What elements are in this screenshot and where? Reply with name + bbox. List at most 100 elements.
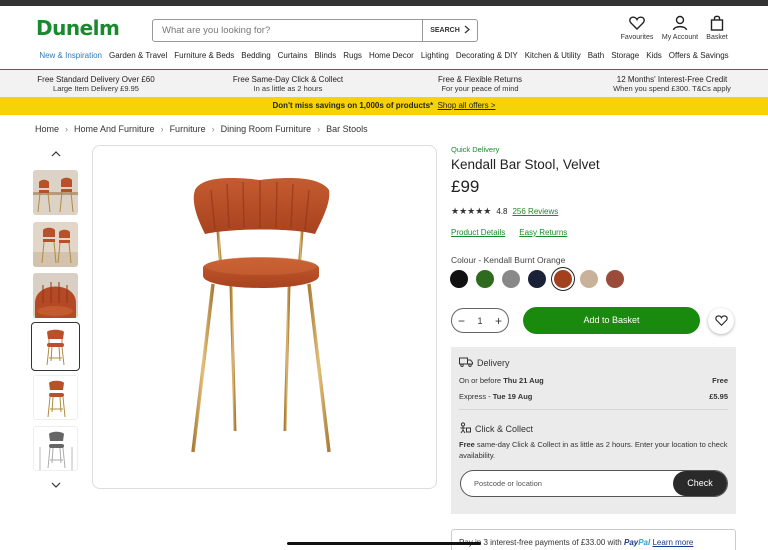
nav-item[interactable]: Garden & Travel [109, 51, 167, 69]
promo-banner: Don't miss savings on 1,000s of products… [0, 97, 768, 115]
nav-item[interactable]: Bedding [241, 51, 270, 69]
quick-delivery-badge: Quick Delivery [451, 145, 500, 154]
quantity-value[interactable]: 1 [477, 316, 482, 326]
promo-text: Don't miss savings on 1,000s of products… [272, 101, 434, 110]
logo[interactable]: Dunelm [36, 16, 120, 40]
panel-divider [459, 409, 728, 410]
basket-label: Basket [706, 34, 728, 41]
heart-icon [714, 314, 728, 328]
breadcrumb: Home › Home And Furniture › Furniture › Din… [35, 124, 368, 134]
search-bar[interactable]: What are you looking for? SEARCH [152, 19, 478, 42]
nav-item[interactable]: Home Decor [369, 51, 414, 69]
delivery-option-date: Thu 21 Aug [503, 376, 544, 385]
usp-title: 12 Months' Interest-Free Credit [616, 75, 728, 84]
product-title: Kendall Bar Stool, Velvet [451, 157, 600, 172]
usp-item: Free Same-Day Click & Collect In as littl… [192, 70, 384, 97]
home-indicator [287, 542, 481, 545]
delivery-option: On or before Thu 21 Aug Free [459, 376, 728, 385]
nav-item[interactable]: Storage [611, 51, 639, 69]
click-collect-free: Free [459, 440, 475, 449]
nav-item[interactable]: Kids [646, 51, 662, 69]
usp-item: Free & Flexible Returns For your peace of… [384, 70, 576, 97]
star-rating-icon: ★★★★★ [451, 206, 492, 216]
nav-item[interactable]: Decorating & DIY [456, 51, 518, 69]
plus-icon[interactable]: + [495, 314, 502, 328]
nav-item[interactable]: Bath [588, 51, 604, 69]
search-input[interactable]: What are you looking for? [153, 25, 422, 36]
minus-icon[interactable]: − [458, 314, 465, 328]
search-button[interactable]: SEARCH [422, 20, 477, 41]
nav-item[interactable]: New & Inspiration [39, 51, 102, 69]
usp-title: Free Standard Delivery Over £60 [37, 75, 155, 84]
colour-swatch[interactable] [476, 270, 494, 288]
breadcrumb-item[interactable]: Bar Stools [326, 124, 368, 134]
chevron-right-icon: › [211, 124, 215, 134]
person-store-icon [459, 422, 471, 436]
reviews-link[interactable]: 256 Reviews [512, 207, 558, 216]
product-details-link[interactable]: Product Details [451, 228, 505, 237]
delivery-header: Delivery [459, 357, 728, 369]
top-bar [0, 0, 768, 6]
paypal-text: Pay in 3 interest-free payments of £33.0… [459, 538, 624, 547]
chevron-down-icon[interactable] [50, 480, 62, 491]
nav-item[interactable]: Rugs [343, 51, 362, 69]
colour-swatch[interactable] [450, 270, 468, 288]
usp-title: Free Same-Day Click & Collect [232, 75, 344, 84]
usp-sub: When you spend £300. T&Cs apply [613, 84, 731, 93]
delivery-option-price: £5.95 [709, 392, 728, 401]
product-main-image[interactable] [92, 145, 437, 489]
paypal-learn-more-link[interactable]: Learn more [652, 538, 693, 547]
wishlist-button[interactable] [708, 308, 734, 334]
product-price: £99 [451, 177, 480, 196]
delivery-panel: Delivery On or before Thu 21 Aug Free Ex… [451, 347, 736, 514]
nav-item[interactable]: Furniture & Beds [174, 51, 234, 69]
nav-item[interactable]: Kitchen & Utility [525, 51, 581, 69]
usp-title: Free & Flexible Returns [437, 75, 523, 84]
thumbnail-image[interactable] [33, 273, 78, 318]
click-collect-desc: same-day Click & Collect in as little as… [459, 440, 728, 460]
breadcrumb-item[interactable]: Home [35, 124, 59, 134]
chevron-right-icon [464, 25, 470, 36]
product-links: Product Details Easy Returns [451, 228, 567, 237]
colour-swatches [450, 270, 624, 288]
chevron-right-icon: › [65, 124, 69, 134]
rating-value: 4.8 [496, 207, 508, 216]
quantity-stepper: − 1 + [451, 308, 509, 333]
usp-sub: For your peace of mind [441, 84, 519, 93]
colour-swatch[interactable] [580, 270, 598, 288]
colour-swatch[interactable] [606, 270, 624, 288]
paypal-banner: Pay in 3 interest-free payments of £33.0… [451, 529, 736, 550]
easy-returns-link[interactable]: Easy Returns [519, 228, 567, 237]
usp-item: Free Standard Delivery Over £60 Large Ite… [0, 70, 192, 97]
delivery-option: Express - Tue 19 Aug £5.95 [459, 392, 728, 401]
usp-bar: Free Standard Delivery Over £60 Large Ite… [0, 70, 768, 97]
colour-label: Colour - Kendall Burnt Orange [451, 255, 566, 265]
breadcrumb-item[interactable]: Home And Furniture [74, 124, 155, 134]
colour-swatch-selected[interactable] [554, 270, 572, 288]
delivery-option-date: Tue 19 Aug [492, 392, 533, 401]
add-to-basket-button[interactable]: Add to Basket [523, 307, 700, 334]
usp-item: 12 Months' Interest-Free Credit When you … [576, 70, 768, 97]
breadcrumb-item[interactable]: Dining Room Furniture [221, 124, 312, 134]
thumbnail-image[interactable] [33, 375, 78, 420]
nav-item[interactable]: Lighting [421, 51, 449, 69]
colour-swatch[interactable] [502, 270, 520, 288]
check-button[interactable]: Check [673, 471, 727, 496]
promo-link[interactable]: Shop all offers > [438, 101, 496, 110]
click-collect-text: Free same-day Click & Collect in as litt… [459, 439, 728, 461]
nav-item[interactable]: Curtains [278, 51, 308, 69]
thumbnail-image-selected[interactable] [31, 322, 80, 371]
colour-swatch[interactable] [528, 270, 546, 288]
thumbnail-image[interactable] [33, 426, 78, 471]
delivery-option-label: Express - [459, 392, 493, 401]
usp-sub: In as little as 2 hours [253, 84, 323, 93]
truck-icon [459, 357, 473, 369]
thumbnail-image[interactable] [33, 170, 78, 215]
thumbnail-image[interactable] [33, 222, 78, 267]
basket-link[interactable]: Basket [692, 14, 742, 41]
chevron-up-icon[interactable] [50, 149, 62, 160]
main-nav: New & Inspiration Garden & Travel Furnit… [0, 51, 768, 69]
nav-item[interactable]: Blinds [314, 51, 336, 69]
nav-item[interactable]: Offers & Savings [669, 51, 729, 69]
breadcrumb-item[interactable]: Furniture [170, 124, 206, 134]
